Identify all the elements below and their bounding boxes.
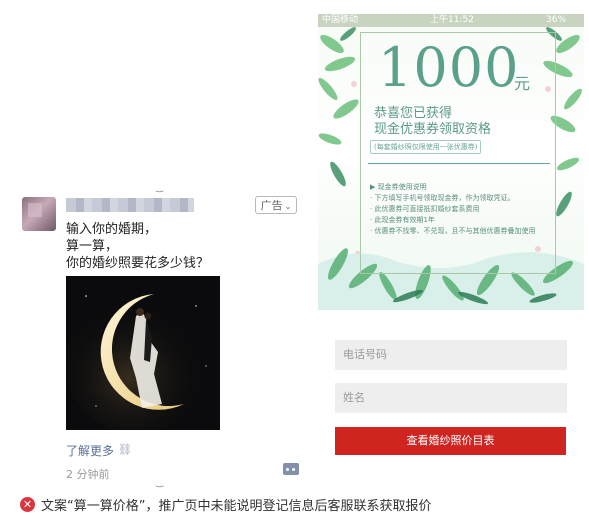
comment-icon[interactable] [283, 463, 299, 475]
congrats-line: 现金优惠券领取资格 [374, 122, 492, 137]
view-price-list-button[interactable]: 查看婚纱照价目表 [335, 427, 566, 455]
phone-input[interactable]: 电话号码 [335, 340, 567, 370]
chevron-down-icon: ⌄ [284, 202, 292, 211]
post-time: 2 分钟前 [66, 468, 110, 481]
wedding-photo[interactable] [66, 276, 220, 430]
rule-item: · 优惠券不找零、不兑现，且不与其他优惠券叠加使用 [370, 227, 536, 235]
post-text-line: 你的婚纱照要花多少钱？ [66, 256, 210, 271]
coupon-note: (每套婚纱照仅限使用一张优惠券) [370, 140, 482, 154]
error-icon: ✕ [20, 497, 35, 512]
coupon-amount: 1000 [378, 36, 520, 99]
post-text-line: 输入你的婚期， [66, 222, 158, 237]
separator-mark: ‿ [156, 478, 164, 488]
post-text-line: 算一算， [66, 239, 119, 254]
coupon-unit: 元 [514, 74, 531, 93]
name-input[interactable]: 姓名 [335, 383, 567, 413]
moon-couple-image [66, 276, 220, 430]
rules-title: ▶ 现金券使用说明 [370, 183, 427, 191]
rule-item: · 此优惠券可直接抵扣婚纱套系费用 [370, 205, 480, 213]
separator-mark: ‿ [156, 183, 164, 193]
verdict-text: 文案“算一算价格”，推广页中未能说明登记信息后客服联系获取报价 [41, 499, 432, 514]
rule-item: · 此现金券有效期1年 [370, 216, 435, 224]
blurred-nickname[interactable] [66, 198, 194, 212]
coupon-rules: ▶ 现金券使用说明 · 下方填写手机号领取现金券，作为领取凭证。 · 此优惠券可… [370, 182, 535, 237]
congrats-text: 恭喜您已获得 现金优惠券领取资格 [374, 106, 491, 138]
divider [368, 163, 550, 164]
ad-tag-button[interactable]: 广告 ⌄ [255, 196, 297, 214]
learn-more-link[interactable]: 了解更多 [66, 442, 114, 459]
avatar[interactable] [22, 197, 56, 231]
post-text: 输入你的婚期， 算一算， 你的婚纱照要花多少钱？ [66, 221, 256, 272]
rule-item: · 下方填写手机号领取现金券，作为领取凭证。 [370, 194, 515, 202]
landing-page-screenshot: 中国移动 上午11:52 36% 1000 元 恭喜您已获得 现金优惠券领取资格… [318, 14, 584, 310]
ad-tag-label: 广告 [260, 199, 283, 212]
congrats-line: 恭喜您已获得 [374, 106, 453, 121]
link-icon: ⛓ [118, 443, 132, 456]
